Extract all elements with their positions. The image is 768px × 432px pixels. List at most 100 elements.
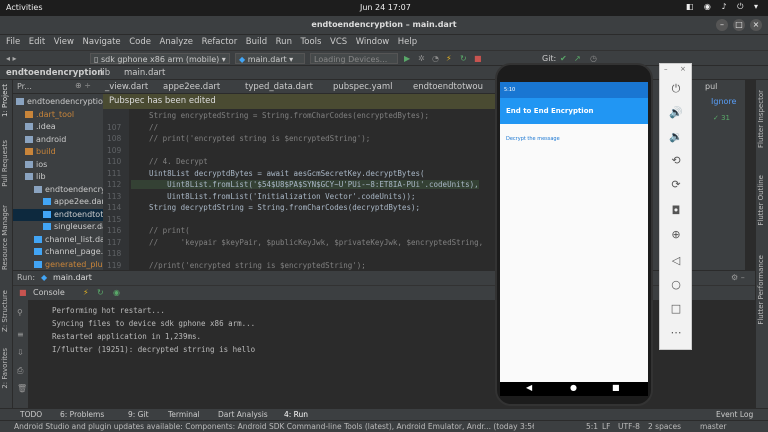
pin-icon[interactable]: ⚲ xyxy=(17,308,23,317)
breadcrumb-lib[interactable]: lib xyxy=(100,68,110,78)
tree-item[interactable]: appe2ee.dart xyxy=(13,196,103,208)
tree-item[interactable]: channel_page.da xyxy=(13,246,103,258)
file-encoding[interactable]: UTF-8 xyxy=(618,422,640,431)
close-icon[interactable]: × xyxy=(750,19,762,31)
stop-run-icon[interactable]: ■ xyxy=(19,288,27,297)
side-tab-resource-manager[interactable]: Resource Manager xyxy=(1,205,9,270)
menu-tools[interactable]: Tools xyxy=(301,35,322,50)
back-icon[interactable]: ◁ xyxy=(669,254,683,268)
menu-edit[interactable]: Edit xyxy=(29,35,45,50)
tab-run[interactable]: 4: Run xyxy=(284,410,308,419)
ignore-link[interactable]: Ignore xyxy=(711,97,736,106)
devtools-icon[interactable]: ◉ xyxy=(113,288,120,297)
run-icon[interactable]: ▶ xyxy=(404,53,410,64)
tree-item[interactable]: singleuser.da xyxy=(13,221,103,233)
power-icon[interactable]: ⏻ xyxy=(669,82,683,96)
menu-navigate[interactable]: Navigate xyxy=(83,35,121,50)
menu-analyze[interactable]: Analyze xyxy=(160,35,194,50)
run-config-tab[interactable]: main.dart xyxy=(53,273,92,282)
volume-down-icon[interactable]: 🔉 xyxy=(669,130,683,144)
device-selector[interactable]: ▯ sdk gphone x86 arm (mobile) ▾ xyxy=(90,53,230,64)
tree-item[interactable]: ios xyxy=(13,159,103,171)
minimize-icon[interactable]: – xyxy=(716,19,728,31)
menu-run[interactable]: Run xyxy=(276,35,292,50)
activities-button[interactable]: Activities xyxy=(6,3,43,12)
system-tray-icons[interactable]: ◧ ◉ ♪ ⏻ ▾ xyxy=(686,2,762,12)
zoom-icon[interactable]: ⊕ xyxy=(669,228,683,242)
menu-window[interactable]: Window xyxy=(356,35,390,50)
project-header-label[interactable]: Pr... xyxy=(17,82,32,91)
more-icon[interactable]: ⋯ xyxy=(669,326,683,340)
side-tab-flutter-performance[interactable]: Flutter Performance xyxy=(757,255,765,325)
breadcrumb-project[interactable]: endtoendencryption xyxy=(6,68,103,78)
device-recents-icon[interactable]: ■ xyxy=(612,383,620,392)
code-editor[interactable]: String encryptedString = String.fromChar… xyxy=(129,109,495,270)
menu-build[interactable]: Build xyxy=(246,35,267,50)
tab-view[interactable]: _view.dart xyxy=(105,82,148,92)
tab-typed-data[interactable]: typed_data.dart xyxy=(245,82,313,92)
rotate-right-icon[interactable]: ⟳ xyxy=(669,178,683,192)
line-separator[interactable]: LF xyxy=(602,422,611,431)
hot-reload-icon[interactable]: ⚡ xyxy=(446,53,452,64)
side-tab-pull-requests[interactable]: Pull Requests xyxy=(1,140,9,187)
overview-icon[interactable]: □ xyxy=(669,302,683,316)
tree-item[interactable]: lib xyxy=(13,171,103,183)
decrypt-button[interactable]: Decrypt the message xyxy=(506,136,560,142)
home-icon[interactable]: ○ xyxy=(669,278,683,292)
menu-code[interactable]: Code xyxy=(129,35,151,50)
system-clock[interactable]: Jun 24 17:07 xyxy=(360,3,411,12)
emulator-minimize-icon[interactable]: – xyxy=(664,65,668,73)
clear-icon[interactable]: 🗑 xyxy=(17,384,27,393)
run-config-selector[interactable]: ◆ main.dart ▾ xyxy=(235,53,305,64)
settings-icon[interactable]: ⚙ – xyxy=(731,273,745,282)
stop-icon[interactable]: ■ xyxy=(474,53,482,64)
console-tab[interactable]: Console xyxy=(33,288,65,297)
emulator-screen[interactable]: 5:10 End to End Encryption Decrypt the m… xyxy=(500,82,648,382)
print-icon[interactable]: ⎙ xyxy=(17,366,23,376)
tab-appe2ee[interactable]: appe2ee.dart xyxy=(163,82,220,92)
tree-item[interactable]: .dart_tool xyxy=(13,109,103,121)
indent-setting[interactable]: 2 spaces xyxy=(648,422,681,431)
scroll-end-icon[interactable]: ⇩ xyxy=(17,348,24,357)
tree-item[interactable]: endtoendencryption xyxy=(13,96,103,108)
tab-endtoendtotwouser[interactable]: endtoendtotwou xyxy=(413,82,483,92)
tree-item[interactable]: android xyxy=(13,134,103,146)
tree-item[interactable]: generated_plug xyxy=(13,259,103,271)
camera-icon[interactable]: ◘ xyxy=(669,204,683,218)
hot-restart-icon[interactable]: ↻ xyxy=(460,53,467,64)
device-back-icon[interactable]: ◀ xyxy=(526,383,532,392)
tree-item[interactable]: endtoendtotw xyxy=(13,208,103,221)
status-message[interactable]: Android Studio and plugin updates availa… xyxy=(14,422,534,431)
vcs-branch[interactable]: master xyxy=(700,422,726,431)
menu-help[interactable]: Help xyxy=(398,35,417,50)
device-home-icon[interactable]: ● xyxy=(570,383,577,392)
event-log[interactable]: Event Log xyxy=(716,410,753,419)
menu-view[interactable]: View xyxy=(54,35,74,50)
rotate-left-icon[interactable]: ⟲ xyxy=(669,154,683,168)
cursor-position[interactable]: 5:1 xyxy=(586,422,598,431)
tab-problems[interactable]: 6: Problems xyxy=(60,410,104,419)
menu-refactor[interactable]: Refactor xyxy=(202,35,238,50)
debug-icon[interactable]: ✲ xyxy=(418,53,425,64)
menu-vcs[interactable]: VCS xyxy=(330,35,347,50)
side-tab-flutter-inspector[interactable]: Flutter Inspector xyxy=(757,90,765,148)
side-tab-structure[interactable]: Z: Structure xyxy=(1,290,9,332)
profile-icon[interactable]: ◔ xyxy=(432,53,439,64)
side-tab-favorites[interactable]: 2: Favorites xyxy=(1,348,9,389)
tab-todo[interactable]: TODO xyxy=(20,410,42,419)
tab-pul[interactable]: pul xyxy=(705,82,717,91)
side-tab-flutter-outline[interactable]: Flutter Outline xyxy=(757,175,765,226)
emulator-close-icon[interactable]: × xyxy=(680,65,686,73)
tree-item[interactable]: .idea xyxy=(13,121,103,133)
tab-dart-analysis[interactable]: Dart Analysis xyxy=(218,410,268,419)
tree-item[interactable]: endtoendencryp xyxy=(13,184,103,196)
tree-item[interactable]: channel_list.dar xyxy=(13,234,103,246)
hot-restart-run-icon[interactable]: ↻ xyxy=(97,288,104,297)
tab-terminal[interactable]: Terminal xyxy=(168,410,200,419)
nav-back-icon[interactable]: ◂ ▸ xyxy=(6,53,17,64)
tab-git[interactable]: 9: Git xyxy=(128,410,149,419)
hot-reload-run-icon[interactable]: ⚡ xyxy=(83,288,89,297)
loading-devices[interactable]: Loading Devices... xyxy=(310,53,398,64)
soft-wrap-icon[interactable]: ≡ xyxy=(17,330,24,339)
side-tab-project[interactable]: 1: Project xyxy=(1,84,9,117)
